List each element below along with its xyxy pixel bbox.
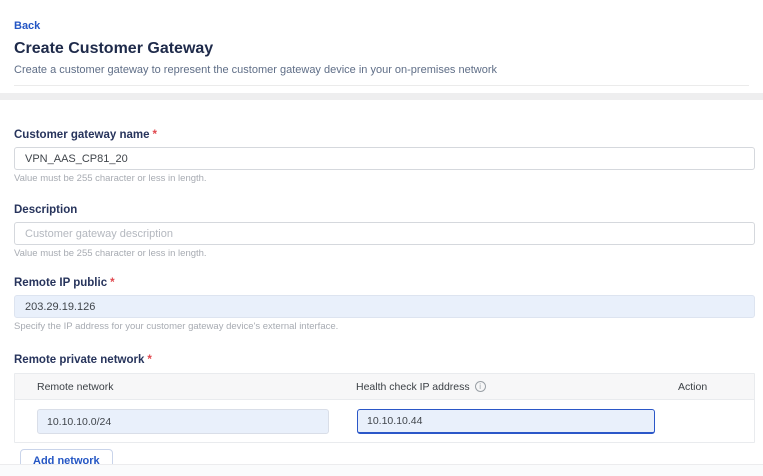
create-customer-gateway-page: Back Create Customer Gateway Create a cu…	[0, 0, 763, 476]
page-subtitle: Create a customer gateway to represent t…	[14, 64, 749, 76]
gateway-form: Customer gateway name* Value must be 255…	[0, 129, 763, 472]
table-row	[15, 400, 754, 442]
remote-ip-helper-text: Specify the IP address for your customer…	[14, 322, 755, 332]
column-header-action: Action	[660, 381, 754, 393]
header-divider	[14, 85, 749, 86]
required-asterisk: *	[153, 129, 157, 141]
info-icon[interactable]: i	[475, 381, 486, 392]
remote-network-input[interactable]	[37, 409, 329, 434]
required-asterisk: *	[147, 354, 151, 366]
description-input[interactable]	[14, 222, 755, 245]
column-header-remote-network: Remote network	[15, 381, 348, 393]
name-helper-text: Value must be 255 character or less in l…	[14, 174, 755, 184]
page-title: Create Customer Gateway	[14, 39, 749, 58]
required-asterisk: *	[110, 277, 114, 289]
section-separator	[0, 93, 763, 100]
remote-ip-public-input[interactable]	[14, 295, 755, 318]
health-check-cell	[348, 409, 660, 434]
description-helper-text: Value must be 255 character or less in l…	[14, 249, 755, 259]
description-label: Description	[14, 204, 755, 217]
health-check-ip-input[interactable]	[357, 409, 655, 434]
back-link[interactable]: Back	[14, 20, 40, 32]
remote-private-network-label: Remote private network*	[14, 354, 755, 367]
bottom-strip	[0, 464, 763, 476]
action-cell	[660, 409, 754, 434]
remote-ip-public-label: Remote IP public*	[14, 277, 755, 290]
remote-network-table: Remote network Health check IP address i…	[14, 373, 755, 443]
column-header-health-check: Health check IP address i	[348, 381, 660, 393]
page-header: Back Create Customer Gateway Create a cu…	[0, 0, 763, 86]
customer-gateway-name-label: Customer gateway name*	[14, 129, 755, 142]
remote-network-cell	[15, 409, 348, 434]
table-header-row: Remote network Health check IP address i…	[15, 374, 754, 400]
customer-gateway-name-input[interactable]	[14, 147, 755, 170]
